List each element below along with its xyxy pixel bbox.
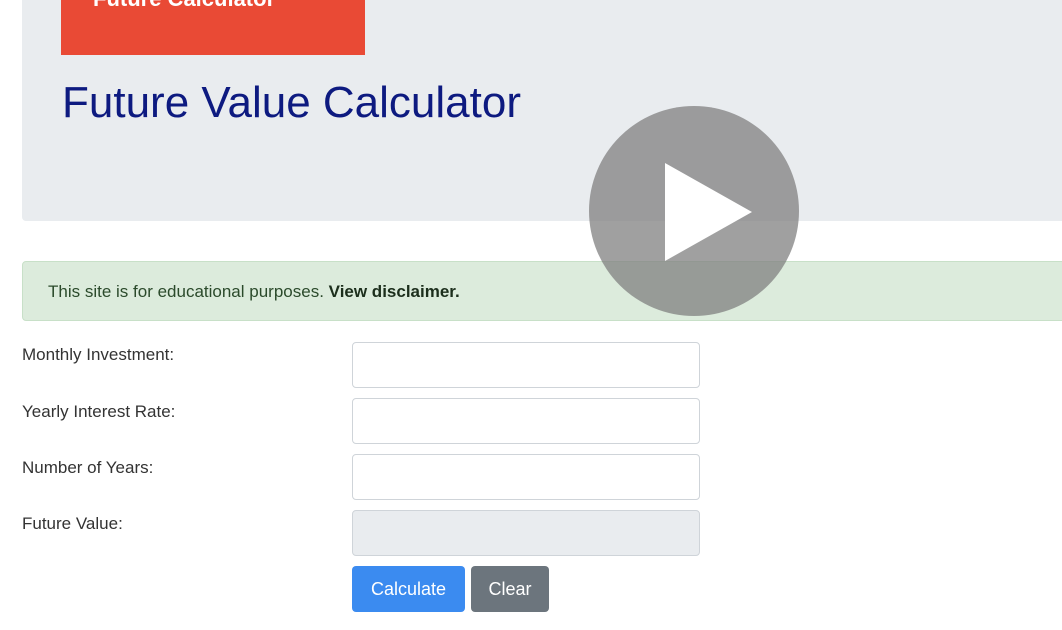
- future-value-label: Future Value:: [22, 514, 123, 533]
- yearly-interest-rate-input[interactable]: [352, 398, 700, 444]
- future-value-output: [352, 510, 700, 556]
- video-play-button[interactable]: [589, 106, 799, 316]
- brand-banner: Future Calculator: [61, 0, 365, 55]
- clear-button[interactable]: Clear: [471, 566, 549, 612]
- number-of-years-input[interactable]: [352, 454, 700, 500]
- calculate-button[interactable]: Calculate: [352, 566, 465, 612]
- disclaimer-alert: This site is for educational purposes. V…: [22, 261, 1062, 321]
- view-disclaimer-link[interactable]: View disclaimer.: [329, 282, 460, 301]
- number-of-years-label: Number of Years:: [22, 458, 154, 477]
- page: Future Calculator Future Value Calculato…: [0, 0, 1062, 630]
- play-icon: [665, 163, 752, 261]
- alert-message: This site is for educational purposes. V…: [48, 282, 460, 302]
- monthly-investment-input[interactable]: [352, 342, 700, 388]
- page-title: Future Value Calculator: [62, 78, 521, 127]
- monthly-investment-label: Monthly Investment:: [22, 345, 175, 364]
- yearly-interest-rate-label: Yearly Interest Rate:: [22, 402, 176, 421]
- brand-banner-label: Future Calculator: [93, 0, 275, 12]
- alert-text: This site is for educational purposes.: [48, 282, 329, 301]
